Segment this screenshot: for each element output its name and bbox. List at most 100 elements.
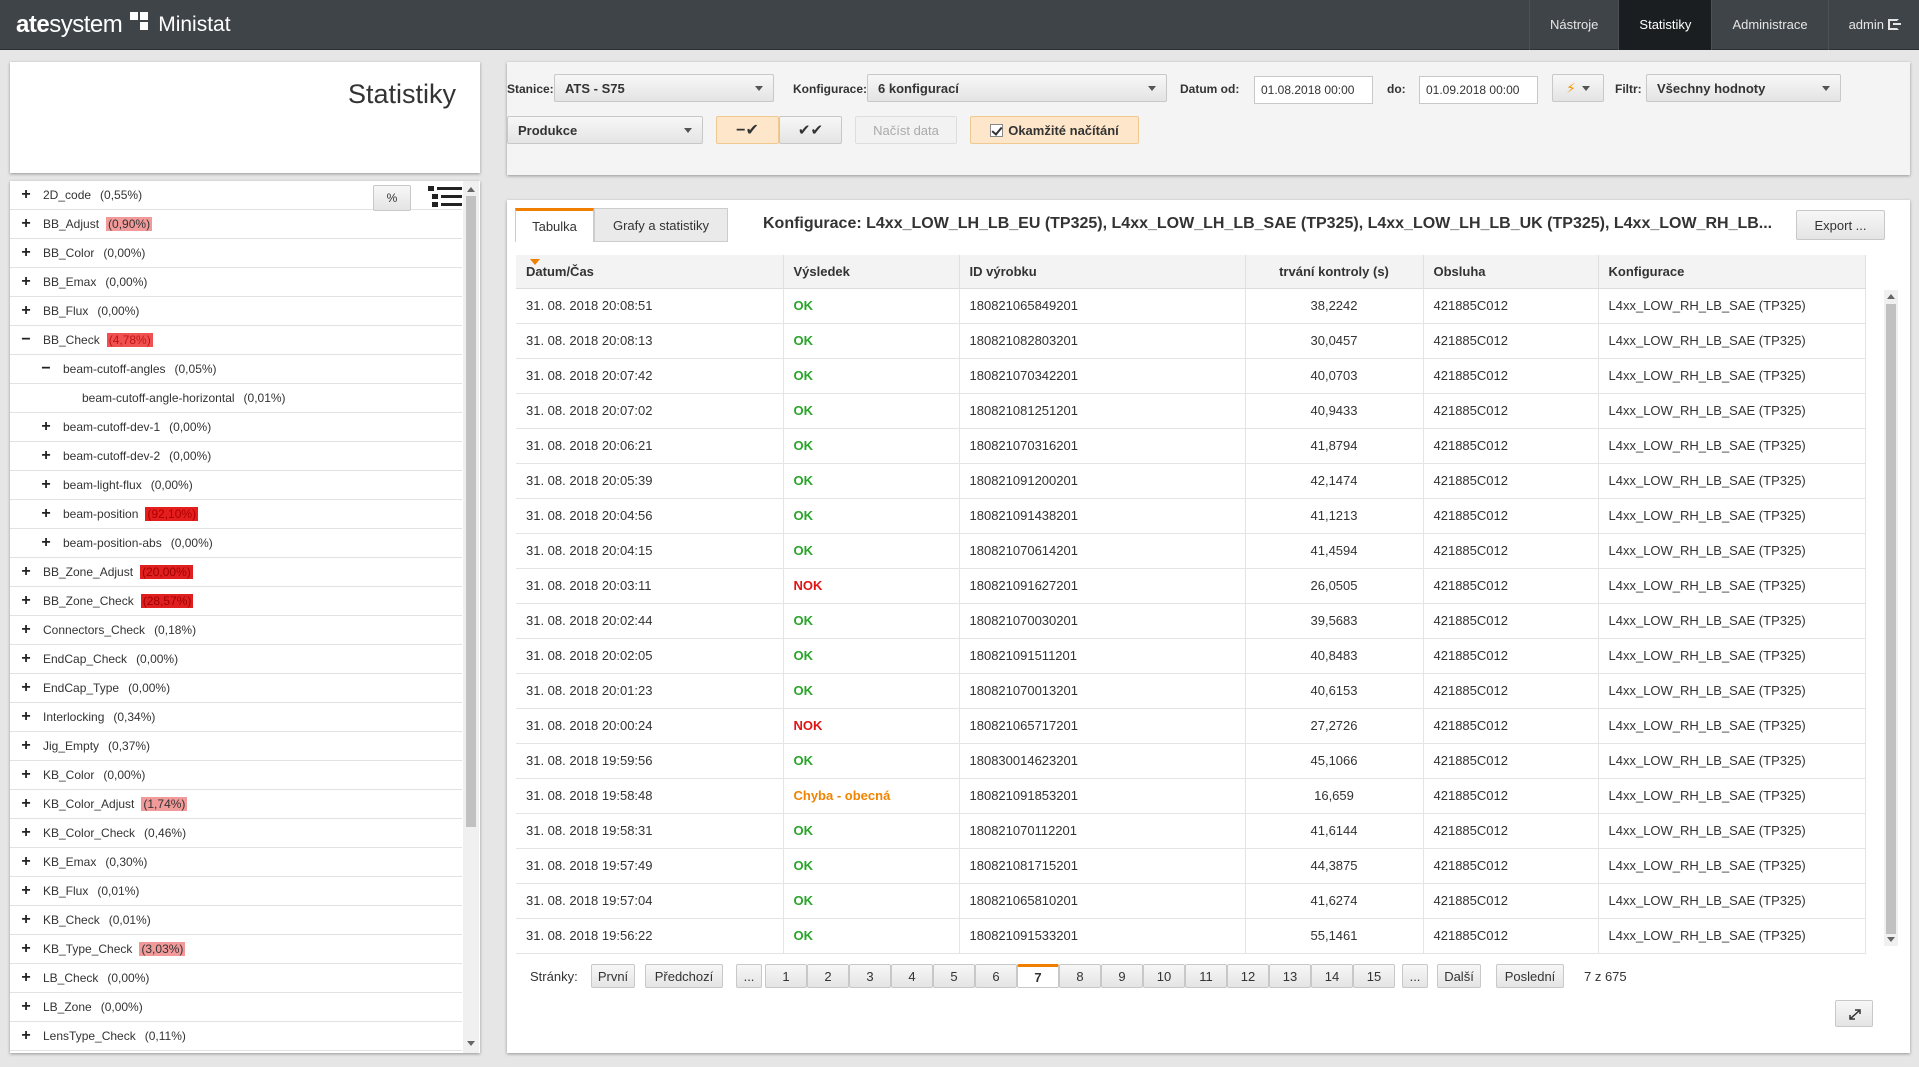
table-row[interactable]: 31. 08. 2018 19:56:22 OK 180821091533201 55… — [516, 918, 1866, 954]
column-header-operator[interactable]: Obsluha — [1423, 255, 1599, 289]
export-button[interactable]: Export ... — [1796, 210, 1885, 240]
tree-item[interactable]: + Interlocking (0,34%) — [10, 703, 462, 732]
nav-tools[interactable]: Nástroje — [1529, 0, 1618, 50]
instant-loading-toggle[interactable]: Okamžité načítání — [970, 116, 1139, 144]
table-scroll-thumb[interactable] — [1886, 304, 1896, 934]
pages-ellipsis-prev[interactable]: ... — [736, 964, 762, 988]
page-button[interactable]: 1 — [765, 964, 807, 988]
double-check-toggle[interactable]: ✔✔ — [779, 116, 842, 144]
table-row[interactable]: 31. 08. 2018 20:07:02 OK 180821081251201 40… — [516, 393, 1866, 429]
expand-plus-icon[interactable]: + — [20, 709, 32, 725]
tree-item[interactable]: + KB_Color_Adjust (1,74%) — [10, 790, 462, 819]
expand-plus-icon[interactable]: + — [20, 912, 32, 928]
table-row[interactable]: 31. 08. 2018 20:04:15 OK 180821070614201 41… — [516, 533, 1866, 569]
expand-plus-icon[interactable]: + — [20, 651, 32, 667]
collapse-minus-icon[interactable]: − — [20, 332, 32, 348]
tree-item[interactable]: + KB_Emax (0,30%) — [10, 848, 462, 877]
table-row[interactable]: 31. 08. 2018 19:59:56 OK 180830014623201 45… — [516, 743, 1866, 779]
page-button[interactable]: 6 — [975, 964, 1017, 988]
table-row[interactable]: 31. 08. 2018 20:05:39 OK 180821091200201 42… — [516, 463, 1866, 499]
last-page-button[interactable]: Poslední — [1496, 964, 1564, 988]
single-check-toggle[interactable]: −✔ — [716, 116, 779, 144]
expand-plus-icon[interactable]: + — [20, 622, 32, 638]
nav-user-logout[interactable]: admin — [1827, 0, 1919, 50]
expand-plus-icon[interactable]: + — [20, 738, 32, 754]
date-to-input[interactable] — [1419, 76, 1538, 104]
page-button[interactable]: 5 — [933, 964, 975, 988]
tree-item[interactable]: + LB_Check (0,00%) — [10, 964, 462, 993]
tree-item[interactable]: + BB_Flux (0,00%) — [10, 297, 462, 326]
tree-item[interactable]: + LensType_Check (0,11%) — [10, 1022, 462, 1051]
table-row[interactable]: 31. 08. 2018 19:57:49 OK 180821081715201 44… — [516, 848, 1866, 884]
quick-range-button[interactable]: ⚡ — [1552, 74, 1604, 102]
config-select[interactable]: 6 konfigurací — [867, 74, 1167, 102]
date-from-input[interactable] — [1254, 76, 1373, 104]
tree-item[interactable]: + KB_Check (0,01%) — [10, 906, 462, 935]
nav-statistics[interactable]: Statistiky — [1618, 0, 1712, 50]
expand-plus-icon[interactable]: + — [20, 1028, 32, 1044]
page-button[interactable]: 12 — [1227, 964, 1269, 988]
scroll-down-icon[interactable] — [1887, 937, 1895, 942]
scroll-down-icon[interactable] — [467, 1041, 475, 1046]
expand-plus-icon[interactable]: + — [20, 767, 32, 783]
brand-logo[interactable]: ate system Ministat — [16, 10, 231, 40]
expand-plus-icon[interactable]: + — [20, 564, 32, 580]
page-button[interactable]: 4 — [891, 964, 933, 988]
expand-plus-icon[interactable]: + — [20, 883, 32, 899]
expand-plus-icon[interactable]: + — [20, 303, 32, 319]
tree-item[interactable]: + BB_Zone_Check (28,57%) — [10, 587, 462, 616]
table-row[interactable]: 31. 08. 2018 20:03:11 NOK 180821091627201 2… — [516, 568, 1866, 604]
expand-plus-icon[interactable]: + — [20, 245, 32, 261]
table-row[interactable]: 31. 08. 2018 20:08:51 OK 180821065849201 38… — [516, 288, 1866, 324]
page-button[interactable]: 7 — [1017, 964, 1059, 988]
column-header-result[interactable]: Výsledek — [783, 255, 960, 289]
expand-plus-icon[interactable]: + — [20, 941, 32, 957]
table-row[interactable]: 31. 08. 2018 19:57:04 OK 180821065810201 41… — [516, 883, 1866, 919]
expand-plus-icon[interactable]: + — [20, 825, 32, 841]
tree-item[interactable]: + EndCap_Check (0,00%) — [10, 645, 462, 674]
table-scrollbar[interactable] — [1884, 290, 1898, 946]
page-button[interactable]: 3 — [849, 964, 891, 988]
table-row[interactable]: 31. 08. 2018 19:58:48 Chyba - obecná 18082… — [516, 778, 1866, 814]
page-button[interactable]: 13 — [1269, 964, 1311, 988]
tab-charts[interactable]: Grafy a statistiky — [594, 208, 728, 242]
page-button[interactable]: 10 — [1143, 964, 1185, 988]
expand-plus-icon[interactable]: + — [40, 477, 52, 493]
tree-scroll-thumb[interactable] — [466, 196, 476, 827]
tree-scrollbar[interactable] — [463, 181, 479, 1053]
expand-plus-icon[interactable]: + — [20, 970, 32, 986]
mode-select[interactable]: Produkce — [507, 116, 703, 144]
tree-item[interactable]: + BB_Color (0,00%) — [10, 239, 462, 268]
expand-plus-icon[interactable]: + — [20, 593, 32, 609]
expand-plus-icon[interactable]: + — [20, 680, 32, 696]
tree-item[interactable]: + beam-cutoff-dev-1 (0,00%) — [10, 413, 462, 442]
scroll-up-icon[interactable] — [467, 187, 475, 192]
load-data-button[interactable]: Načíst data — [855, 116, 957, 144]
page-button[interactable]: 14 — [1311, 964, 1353, 988]
tree-item[interactable]: + BB_Adjust (0,90%) — [10, 210, 462, 239]
tree-item[interactable]: + BB_Zone_Adjust (20,00%) — [10, 558, 462, 587]
table-row[interactable]: 31. 08. 2018 20:06:21 OK 180821070316201 41… — [516, 428, 1866, 464]
table-row[interactable]: 31. 08. 2018 20:04:56 OK 180821091438201 41… — [516, 498, 1866, 534]
tree-item[interactable]: + LB_Zone (0,00%) — [10, 993, 462, 1022]
nav-administration[interactable]: Administrace — [1711, 0, 1827, 50]
table-row[interactable]: 31. 08. 2018 20:02:44 OK 180821070030201 39… — [516, 603, 1866, 639]
expand-plus-icon[interactable]: + — [20, 187, 32, 203]
station-select[interactable]: ATS - S75 — [554, 74, 774, 102]
tree-item[interactable]: beam-cutoff-angle-horizontal (0,01%) — [10, 384, 462, 413]
expand-plus-icon[interactable]: + — [40, 535, 52, 551]
expand-plus-icon[interactable]: + — [20, 854, 32, 870]
tree-item[interactable]: + Connectors_Check (0,18%) — [10, 616, 462, 645]
tree-item[interactable]: − beam-cutoff-angles (0,05%) — [10, 355, 462, 384]
page-button[interactable]: 9 — [1101, 964, 1143, 988]
expand-plus-icon[interactable]: + — [20, 274, 32, 290]
expand-plus-icon[interactable]: + — [20, 999, 32, 1015]
tree-item[interactable]: + beam-position-abs (0,00%) — [10, 529, 462, 558]
tree-item[interactable]: + KB_Color_Check (0,46%) — [10, 819, 462, 848]
filter-select[interactable]: Všechny hodnoty — [1646, 74, 1841, 102]
tree-item[interactable]: + KB_Flux (0,01%) — [10, 877, 462, 906]
table-row[interactable]: 31. 08. 2018 19:58:31 OK 180821070112201 41… — [516, 813, 1866, 849]
next-page-button[interactable]: Další — [1437, 964, 1481, 988]
expand-plus-icon[interactable]: + — [40, 506, 52, 522]
page-button[interactable]: 11 — [1185, 964, 1227, 988]
